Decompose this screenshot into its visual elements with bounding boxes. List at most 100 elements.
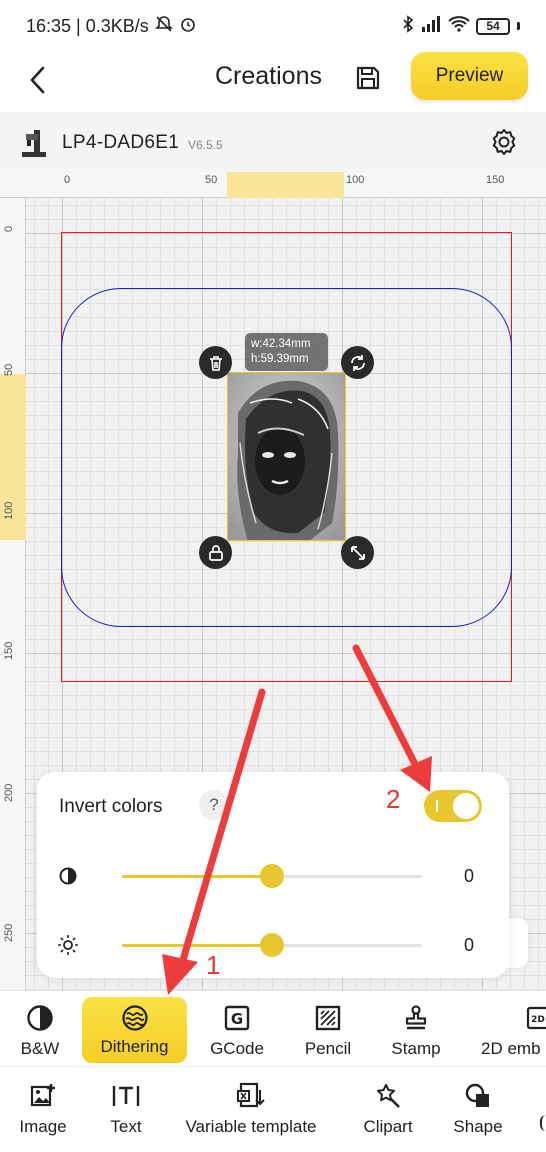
svg-text:G: G xyxy=(231,1010,243,1028)
mode-label: 2D emb xyxy=(481,1039,541,1058)
lock-handle[interactable] xyxy=(199,536,232,569)
trash-icon xyxy=(209,355,222,371)
notifications-off-icon xyxy=(154,15,173,38)
mode-bw-button[interactable]: B&W xyxy=(8,1003,72,1059)
contrast-icon xyxy=(57,865,79,887)
invert-colors-label: Invert colors xyxy=(59,796,163,817)
insert-label: Text xyxy=(110,1117,142,1136)
ruler-tick: 0 xyxy=(64,174,71,186)
brightness-slider[interactable] xyxy=(122,933,422,957)
rotate-icon xyxy=(350,354,365,371)
resize-icon xyxy=(350,545,365,560)
mode-2d-emboss-button[interactable]: 2D 2D emb xyxy=(478,1003,546,1059)
brightness-value: 0 xyxy=(464,935,475,955)
stamp-icon xyxy=(401,1003,431,1033)
2d-icon: 2D xyxy=(522,1003,546,1033)
insert-label: Image xyxy=(19,1117,67,1136)
status-bar: 16:35 | 0.3KB/s 54 xyxy=(0,0,546,52)
ruler-tick: 50 xyxy=(205,174,218,186)
half-circle-icon xyxy=(25,1003,55,1033)
insert-shape-button[interactable]: Shape xyxy=(446,1081,510,1137)
ruler-top: 0 50 100 150 xyxy=(0,172,546,198)
portrait-image xyxy=(228,373,345,540)
text-icon xyxy=(111,1081,141,1111)
toggle-knob xyxy=(453,793,479,819)
laser-engraver-icon xyxy=(20,126,48,158)
size-width: w:42.34mm xyxy=(251,338,311,350)
delete-handle[interactable] xyxy=(199,346,232,379)
add-image-icon xyxy=(28,1081,58,1111)
mode-dithering-button[interactable]: Dithering xyxy=(82,997,187,1063)
signal-icon xyxy=(420,15,442,37)
contrast-thumb[interactable] xyxy=(260,864,284,888)
mode-label: GCode xyxy=(210,1039,264,1058)
size-height: h:59.39mm xyxy=(251,353,309,365)
device-name: LP4-DAD6E1 xyxy=(62,132,180,153)
alarm-icon xyxy=(179,15,197,38)
ruler-left: 0 50 100 150 200 250 xyxy=(0,198,26,990)
gcode-icon: G xyxy=(222,1003,252,1033)
brightness-fill xyxy=(122,944,272,947)
contrast-fill xyxy=(122,875,272,878)
device-row[interactable]: LP4-DAD6E1 V6.5.5 xyxy=(0,112,546,172)
settings-button[interactable] xyxy=(486,124,522,160)
insert-clipart-button[interactable]: Clipart xyxy=(354,1081,422,1137)
chevron-left-icon xyxy=(30,66,45,94)
clipart-icon xyxy=(373,1081,403,1111)
insert-label: Clipart xyxy=(363,1117,413,1136)
insert-image-button[interactable]: Image xyxy=(10,1081,76,1137)
mode-gcode-button[interactable]: G GCode xyxy=(202,1003,272,1059)
battery-icon: 54 xyxy=(476,17,510,35)
mode-label: Stamp xyxy=(391,1039,441,1058)
bluetooth-icon xyxy=(402,14,414,38)
invert-colors-toggle[interactable] xyxy=(424,790,482,822)
selected-image[interactable] xyxy=(227,372,346,541)
mode-pencil-button[interactable]: Pencil xyxy=(295,1003,361,1059)
variable-template-icon xyxy=(236,1081,266,1111)
gear-icon xyxy=(492,129,516,155)
page-title: Creations xyxy=(215,62,322,90)
back-button[interactable] xyxy=(18,60,58,100)
resize-handle[interactable] xyxy=(341,536,374,569)
mode-stamp-button[interactable]: Stamp xyxy=(385,1003,447,1059)
status-time: 16:35 | 0.3KB/s xyxy=(26,15,149,36)
lock-icon xyxy=(208,544,223,561)
mode-label: Dithering xyxy=(100,1037,169,1056)
brightness-thumb[interactable] xyxy=(260,933,284,957)
save-icon xyxy=(356,66,380,90)
device-version: V6.5.5 xyxy=(188,138,223,152)
image-adjust-panel: Invert colors ? 0 0 xyxy=(37,772,509,978)
mode-toolbar: B&W Dithering G GCode Pencil Stamp 2D 2D… xyxy=(0,990,546,1066)
wifi-icon xyxy=(448,15,470,37)
help-button[interactable]: ? xyxy=(199,790,229,820)
insert-variable-template-button[interactable]: Variable template xyxy=(178,1081,324,1137)
brightness-icon xyxy=(57,934,79,956)
preview-button[interactable]: Preview xyxy=(411,52,528,100)
mode-label: B&W xyxy=(20,1039,60,1058)
ruler-tick: 150 xyxy=(486,174,505,186)
svg-text:2D: 2D xyxy=(531,1015,545,1025)
size-label: w:42.34mm h:59.39mm xyxy=(245,333,328,371)
insert-label: Variable template xyxy=(185,1117,317,1136)
ruler-tick: 100 xyxy=(3,501,15,520)
contrast-slider-row: 0 xyxy=(37,861,509,891)
ruler-tick: 0 xyxy=(3,225,15,232)
annotation-number: 1 xyxy=(206,950,221,980)
annotation-number: 2 xyxy=(386,784,401,814)
ruler-tick: 250 xyxy=(3,923,15,942)
insert-toolbar: Image Text Variable template Clipart Sha… xyxy=(0,1066,546,1152)
contrast-value: 0 xyxy=(464,866,475,886)
contrast-slider[interactable] xyxy=(122,864,422,888)
insert-label: Shape xyxy=(453,1117,503,1136)
rotate-handle[interactable] xyxy=(341,346,374,379)
insert-text-button[interactable]: Text xyxy=(96,1081,156,1137)
top-nav: Creations Preview xyxy=(0,52,546,112)
ruler-tick: 200 xyxy=(3,783,15,802)
ruler-tick: 100 xyxy=(346,174,365,186)
save-button[interactable] xyxy=(350,60,386,96)
scroll-more-indicator xyxy=(540,1115,546,1131)
pencil-hatch-icon xyxy=(313,1003,343,1033)
ruler-tick: 150 xyxy=(3,641,15,660)
waves-icon xyxy=(120,1003,150,1033)
mode-label: Pencil xyxy=(304,1039,352,1058)
